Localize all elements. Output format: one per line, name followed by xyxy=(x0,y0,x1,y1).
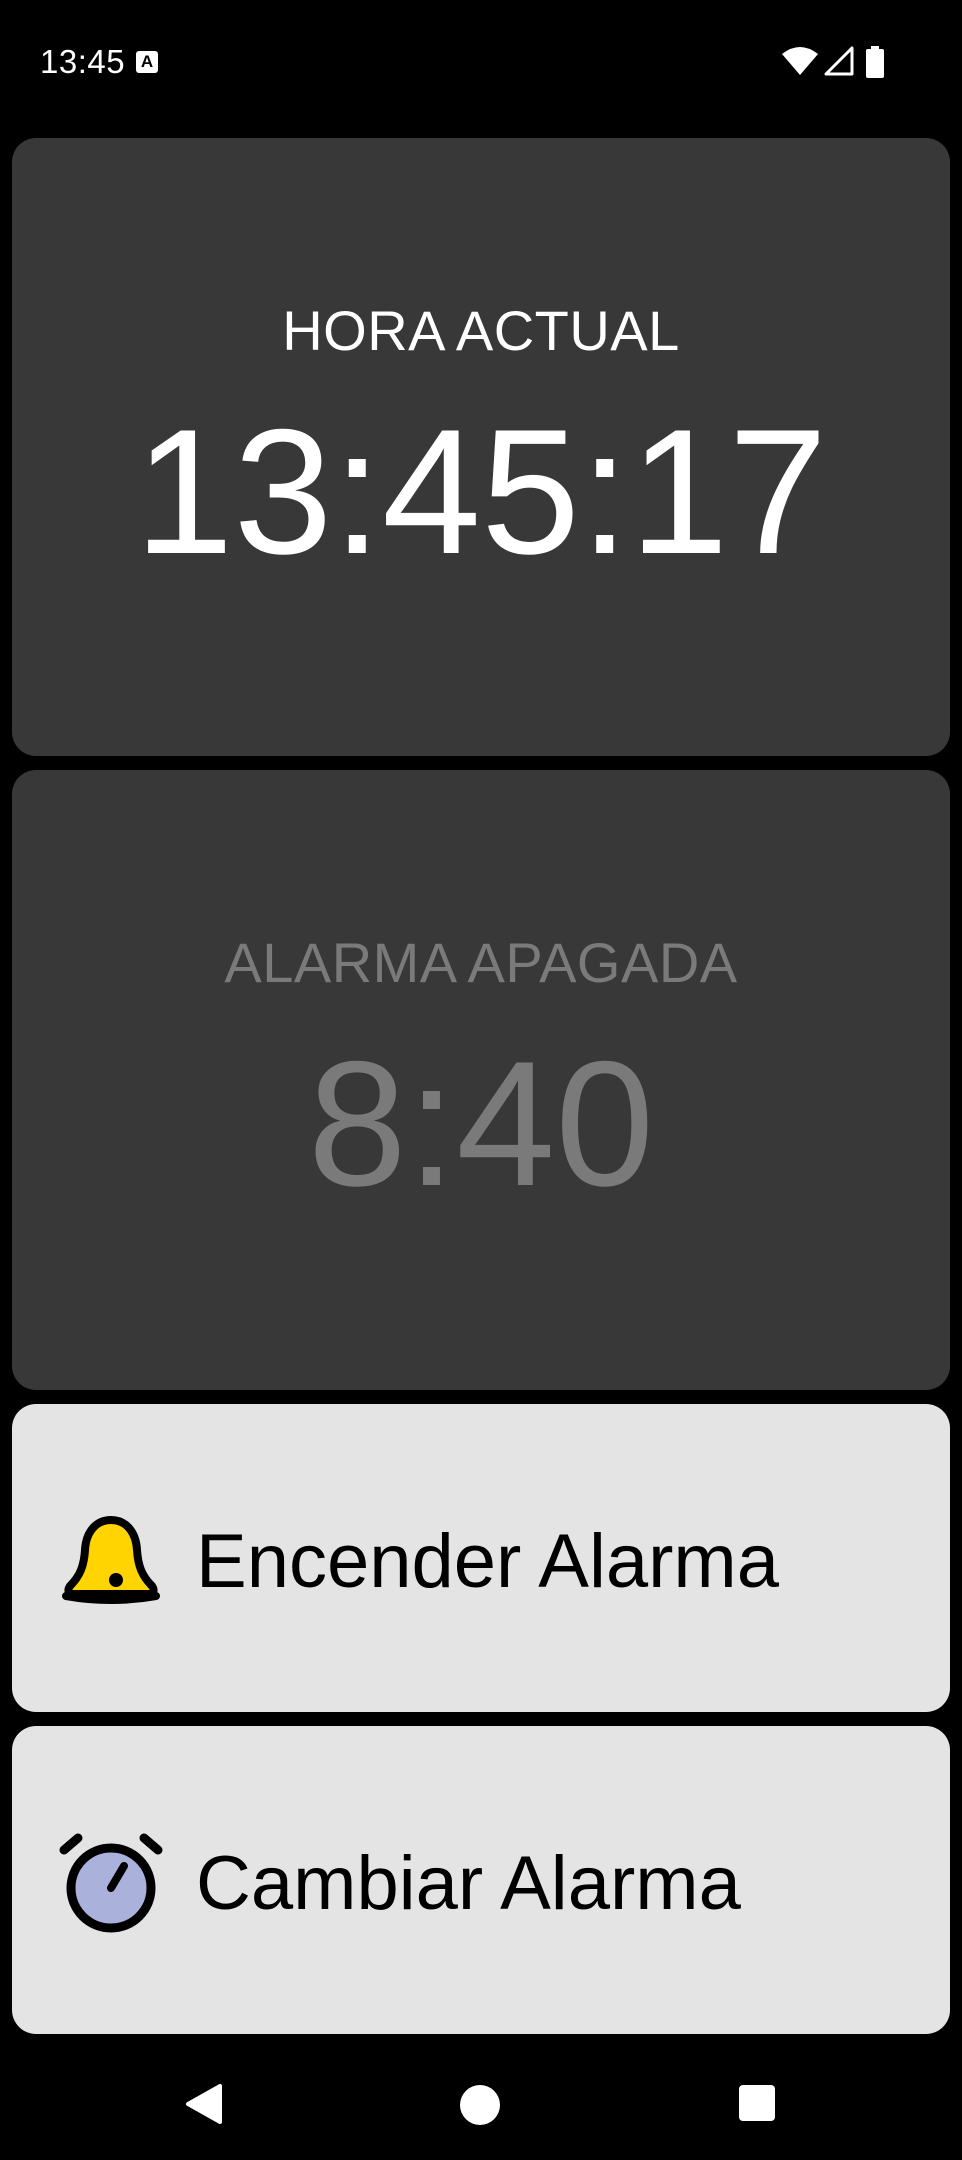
bell-icon xyxy=(62,1516,160,1604)
status-icons xyxy=(782,46,922,80)
navigation-bar xyxy=(0,2040,962,2160)
change-alarm-label: Cambiar Alarma xyxy=(196,1841,741,1926)
wifi-icon xyxy=(782,47,818,75)
change-alarm-button[interactable]: Cambiar Alarma xyxy=(12,1726,950,2034)
alarm-status-label: ALARMA APAGADA xyxy=(224,931,738,994)
current-time-label: HORA ACTUAL xyxy=(282,299,680,362)
alarm-time-value: 8:40 xyxy=(307,1024,655,1223)
back-icon[interactable] xyxy=(184,2082,224,2126)
notification-a-letter: A xyxy=(140,52,154,71)
battery-icon xyxy=(866,46,884,78)
turn-on-alarm-label: Encender Alarma xyxy=(196,1519,779,1604)
current-time-card: HORA ACTUAL 13:45:17 xyxy=(12,138,950,756)
status-time: 13:45 xyxy=(40,43,126,80)
recents-icon[interactable] xyxy=(739,2085,775,2121)
notification-a-icon: A xyxy=(136,51,158,73)
turn-on-alarm-button[interactable]: Encender Alarma xyxy=(12,1404,950,1712)
cell-signal-icon xyxy=(824,46,854,76)
alarm-status-card: ALARMA APAGADA 8:40 xyxy=(12,770,950,1390)
home-icon[interactable] xyxy=(459,2084,501,2126)
status-bar: 13:45 A xyxy=(0,0,962,128)
alarm-clock-icon xyxy=(59,1833,163,1933)
current-time-value: 13:45:17 xyxy=(134,392,828,591)
